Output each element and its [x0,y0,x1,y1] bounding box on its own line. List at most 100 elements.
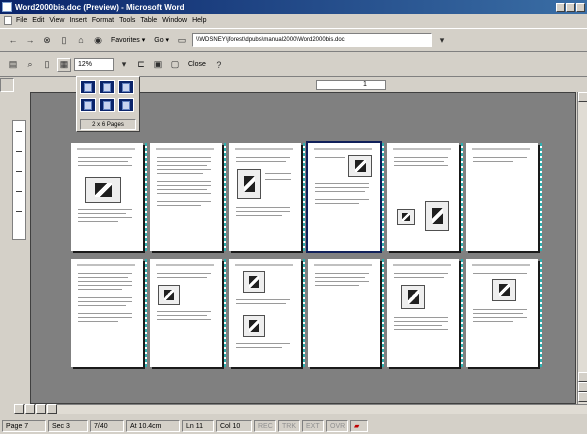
status-trk[interactable]: TRK [278,420,300,432]
status-ovr[interactable]: OVR [326,420,348,432]
minimize-button[interactable] [556,2,565,12]
text-line [236,157,290,158]
text-line [315,281,369,282]
menu-table[interactable]: Table [140,17,157,24]
menu-help[interactable]: Help [192,17,206,24]
home-icon[interactable]: ⌂ [74,33,88,47]
menu-format[interactable]: Format [92,17,114,24]
page-thumbnail[interactable] [466,143,542,251]
menu-window[interactable]: Window [162,17,187,24]
zoom-field[interactable]: 12% [74,58,114,71]
web-layout-button[interactable] [25,404,35,414]
document-icon[interactable] [4,16,12,25]
full-screen-icon[interactable]: ▢ [168,58,182,72]
status-line: Ln 11 [182,420,214,432]
page-thumbnail-current[interactable] [306,141,384,253]
menu-view[interactable]: View [49,17,64,24]
shrink-to-fit-icon[interactable]: ▣ [151,58,165,72]
status-page: Page 7 [2,420,46,432]
close-window-button[interactable] [576,2,585,12]
stop-icon[interactable]: ⊗ [40,33,54,47]
page-grid-cell[interactable] [118,80,134,94]
context-help-icon[interactable]: ? [212,58,226,72]
text-line [157,165,207,166]
text-line [473,321,513,322]
text-line [315,187,369,188]
outline-view-button[interactable] [47,404,57,414]
page-header [235,264,293,266]
text-line [394,321,448,322]
next-page-button[interactable] [578,392,587,402]
page-grid-cell[interactable] [80,98,96,112]
page-header [156,264,214,266]
page-thumbnail[interactable] [150,259,226,367]
page-thumbnail[interactable] [229,259,305,367]
menu-tools[interactable]: Tools [119,17,135,24]
page-thumbnail[interactable] [150,143,226,251]
scroll-up-arrow[interactable] [578,92,587,102]
status-ext[interactable]: EXT [302,420,324,432]
text-line [394,325,442,326]
word-app-icon[interactable] [2,2,12,12]
previous-page-button[interactable] [578,382,587,392]
text-line [236,347,282,348]
figure-image [492,279,516,301]
page-thumbnail[interactable] [71,143,147,251]
margin-marker [145,143,147,251]
ruler-tick [16,171,22,172]
margin-marker [303,143,305,251]
status-rec[interactable]: REC [254,420,276,432]
margin-marker [382,143,384,251]
refresh-icon[interactable]: ▯ [57,33,71,47]
page-header [314,264,372,266]
address-dropdown-icon[interactable]: ▾ [435,33,449,47]
menu-file[interactable]: File [16,17,27,24]
page-thumbnail[interactable] [71,259,147,367]
back-arrow-icon[interactable]: ← [6,33,20,47]
spelling-status-icon[interactable]: ▰ [350,420,368,432]
text-line [473,317,527,318]
zoom-dropdown-icon[interactable]: ▾ [117,58,131,72]
show-web-toolbar-icon[interactable]: ▭ [175,33,189,47]
print-layout-button[interactable] [36,404,46,414]
text-line [394,273,448,274]
menu-bar: File Edit View Insert Format Tools Table… [0,14,587,27]
tab-selector-icon[interactable] [0,78,14,92]
print-icon[interactable]: ▤ [6,58,20,72]
search-web-icon[interactable]: ◉ [91,33,105,47]
menu-insert[interactable]: Insert [69,17,87,24]
multiple-pages-icon[interactable]: ▦ [57,57,71,72]
page-grid-cell[interactable] [99,98,115,112]
forward-arrow-icon[interactable]: → [23,33,37,47]
page-grid-cell[interactable] [118,98,134,112]
text-line [315,203,359,204]
magnifier-icon[interactable]: ⌕ [23,58,37,72]
maximize-button[interactable] [566,2,575,12]
one-page-icon[interactable]: ▯ [40,58,54,72]
menu-edit[interactable]: Edit [32,17,44,24]
page-header [472,148,530,150]
text-line [157,157,211,158]
page-thumbnail[interactable] [387,143,463,251]
favorites-menu[interactable]: Favorites ▾ [108,33,148,47]
figure-image [348,155,372,177]
page-thumbnail[interactable] [229,143,305,251]
page-thumbnail[interactable] [308,259,384,367]
vertical-ruler[interactable] [12,120,26,240]
view-ruler-icon[interactable]: ⊏ [134,58,148,72]
close-preview-button[interactable]: Close [185,58,209,72]
horizontal-scrollbar[interactable] [14,404,587,414]
text-line [394,329,448,330]
page-thumbnail[interactable] [387,259,463,367]
vertical-scrollbar[interactable] [577,92,587,404]
page-grid-cell[interactable] [99,80,115,94]
address-field[interactable]: \\WDSNEY\jforest\dpubs\manual2000\Word20… [192,33,433,47]
preview-workspace[interactable] [30,92,576,404]
normal-view-button[interactable] [14,404,24,414]
page-grid-cell[interactable] [80,80,96,94]
horizontal-ruler[interactable]: 1 [316,80,386,90]
text-line [78,313,132,314]
go-menu[interactable]: Go ▾ [151,33,172,47]
page-thumbnail[interactable] [466,259,542,367]
scroll-down-arrow[interactable] [578,372,587,382]
